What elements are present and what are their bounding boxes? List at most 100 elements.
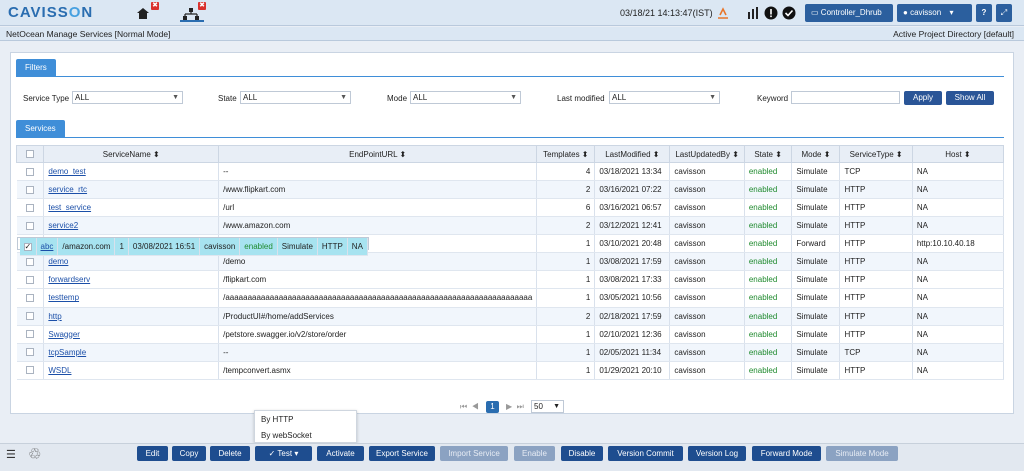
- run-status-icon[interactable]: [716, 6, 730, 20]
- table-row[interactable]: test_service/url 6 03/16/2021 06:57 cavisso…: [16, 198, 1005, 217]
- select-all-checkbox[interactable]: [15, 145, 45, 163]
- service-name-link[interactable]: service_rtc: [43, 180, 220, 199]
- row-checkbox[interactable]: [16, 343, 45, 362]
- service-name-link[interactable]: forwardserv: [43, 270, 220, 289]
- close-tab-icon[interactable]: ✖: [198, 2, 206, 10]
- status-check-icon[interactable]: [782, 6, 796, 20]
- table-row[interactable]: tcpSample -- 1 02/05/2021 11:34 cavisson enab…: [16, 343, 1005, 362]
- row-checkbox[interactable]: [16, 361, 45, 380]
- help-button[interactable]: ?: [976, 4, 992, 22]
- forward-mode-button[interactable]: Forward Mode: [752, 446, 821, 461]
- edit-button[interactable]: Edit: [137, 446, 168, 461]
- table-row[interactable]: WSDL/tempconvert.asmx 1 01/29/2021 20:10 ca…: [16, 361, 1005, 380]
- last-updated-by: cavisson: [669, 180, 745, 199]
- endpoint-url: /petstore.swagger.io/v2/store/order: [218, 325, 538, 344]
- row-checkbox[interactable]: [19, 237, 37, 256]
- home-tab[interactable]: ✖: [133, 2, 159, 22]
- last-modified-select[interactable]: ALL ▼: [609, 91, 720, 104]
- last-modified: 02/05/2021 11:34: [594, 343, 671, 362]
- prev-page-icon[interactable]: ◀: [472, 402, 479, 411]
- service-name-link[interactable]: Swagger: [43, 325, 220, 344]
- service-type-select[interactable]: ALL ▼: [72, 91, 183, 104]
- version-log-button[interactable]: Version Log: [688, 446, 746, 461]
- expand-icon: ⤢: [1000, 8, 1008, 17]
- col-mode[interactable]: Mode ⬍: [791, 145, 841, 163]
- services-tab[interactable]: ✖: [180, 2, 206, 22]
- table-row[interactable]: testtemp/aaaaaaaaaaaaaaaaaaaaaaaaaaaaaaa…: [16, 289, 1005, 308]
- services-tab[interactable]: Services: [16, 120, 65, 137]
- row-checkbox[interactable]: [16, 325, 45, 344]
- mode-select[interactable]: ALL ▼: [410, 91, 521, 104]
- controller-button[interactable]: ▭ Controller_Dhrub: [805, 4, 893, 22]
- bar-chart-icon[interactable]: [746, 6, 760, 20]
- service-type: HTTP: [839, 234, 913, 253]
- version-commit-button[interactable]: Version Commit: [608, 446, 683, 461]
- service-name-link[interactable]: http: [43, 307, 220, 326]
- menu-item-by-http[interactable]: By HTTP: [255, 413, 356, 427]
- table-row[interactable]: service2/www.amazon.com 2 03/12/2021 12:41…: [16, 216, 1005, 235]
- col-state[interactable]: State ⬍: [743, 145, 793, 163]
- alert-icon[interactable]: [764, 6, 778, 20]
- service-name-link[interactable]: abc: [36, 237, 59, 256]
- host: NA: [912, 270, 1005, 289]
- apply-button[interactable]: Apply: [904, 91, 942, 105]
- last-modified: 03/10/2021 20:48: [594, 234, 671, 253]
- col-last-modified[interactable]: LastModified ⬍: [594, 145, 671, 163]
- filters-tab[interactable]: Filters: [16, 59, 56, 76]
- state-select[interactable]: ALL ▼: [240, 91, 351, 104]
- simulate-mode-button: Simulate Mode: [826, 446, 898, 461]
- table-row[interactable]: demo_test -- 4 03/18/2021 13:34 cavisson enab…: [16, 162, 1005, 181]
- row-checkbox[interactable]: [16, 198, 45, 217]
- col-last-updated-by[interactable]: LastUpdatedBy ⬍: [669, 145, 745, 163]
- service-name-link[interactable]: WSDL: [43, 361, 220, 380]
- page-1[interactable]: 1: [486, 401, 499, 413]
- next-page-icon[interactable]: ▶: [506, 402, 512, 411]
- col-service-name[interactable]: ServiceName ⬍: [43, 145, 220, 163]
- delete-button[interactable]: Delete: [210, 446, 250, 461]
- disable-button[interactable]: Disable: [561, 446, 603, 461]
- menu-icon[interactable]: ☰: [6, 448, 16, 461]
- row-checkbox[interactable]: [16, 307, 45, 326]
- recycle-icon[interactable]: ♲: [28, 445, 41, 463]
- service-name-link[interactable]: service2: [43, 216, 220, 235]
- test-button[interactable]: ✓ Test ▾: [255, 446, 312, 461]
- menu-item-by-websocket[interactable]: By webSocket: [255, 429, 356, 443]
- service-name-link[interactable]: testtemp: [43, 289, 220, 308]
- templates-count: 2: [536, 216, 596, 235]
- service-name-link[interactable]: demo_test: [43, 162, 220, 181]
- activate-button[interactable]: Activate: [317, 446, 364, 461]
- col-host[interactable]: Host ⬍: [911, 145, 1005, 163]
- row-checkbox[interactable]: [16, 162, 45, 181]
- last-page-icon[interactable]: ⏭: [517, 402, 524, 411]
- templates-count: 1: [536, 289, 596, 308]
- last-modified: 03/08/2021 16:51: [128, 237, 201, 256]
- user-menu-button[interactable]: ● cavisson ▾: [897, 4, 972, 22]
- export-service-button[interactable]: Export Service: [369, 446, 435, 461]
- table-row[interactable]: abc/amazon.com103/08/2021 16:51cavissone…: [16, 236, 369, 256]
- col-endpoint-url[interactable]: EndPointURL ⬍: [218, 145, 538, 163]
- show-all-button[interactable]: Show All: [946, 91, 994, 105]
- table-row[interactable]: http/ProductUI#/home/addServices 2 02/18/2…: [16, 307, 1005, 326]
- table-row[interactable]: Swagger/petstore.swagger.io/v2/store/ord…: [16, 325, 1005, 344]
- table-row[interactable]: service_rtc/www.flipkart.com 2 03/16/2021 …: [16, 180, 1005, 199]
- col-service-type[interactable]: ServiceType ⬍: [839, 145, 913, 163]
- state: enabled: [744, 198, 793, 217]
- endpoint-url: /flipkart.com: [218, 270, 538, 289]
- last-updated-by: cavisson: [669, 289, 745, 308]
- first-page-icon[interactable]: ⏮: [460, 402, 467, 411]
- fullscreen-button[interactable]: ⤢: [996, 4, 1012, 22]
- service-type: HTTP: [839, 198, 913, 217]
- row-checkbox[interactable]: [16, 180, 45, 199]
- close-tab-icon[interactable]: ✖: [151, 2, 159, 10]
- table-row[interactable]: forwardserv/flipkart.com 1 03/08/2021 17:3…: [16, 270, 1005, 289]
- keyword-input[interactable]: [791, 91, 900, 104]
- service-name-link[interactable]: test_service: [43, 198, 220, 217]
- service-name-link[interactable]: tcpSample: [43, 343, 220, 362]
- copy-button[interactable]: Copy: [172, 446, 206, 461]
- row-checkbox[interactable]: [16, 216, 45, 235]
- row-checkbox[interactable]: [16, 270, 45, 289]
- state: enabled: [744, 325, 793, 344]
- row-checkbox[interactable]: [16, 289, 45, 308]
- col-templates[interactable]: Templates ⬍: [536, 145, 596, 163]
- page-size-select[interactable]: 50 ▼: [531, 400, 564, 413]
